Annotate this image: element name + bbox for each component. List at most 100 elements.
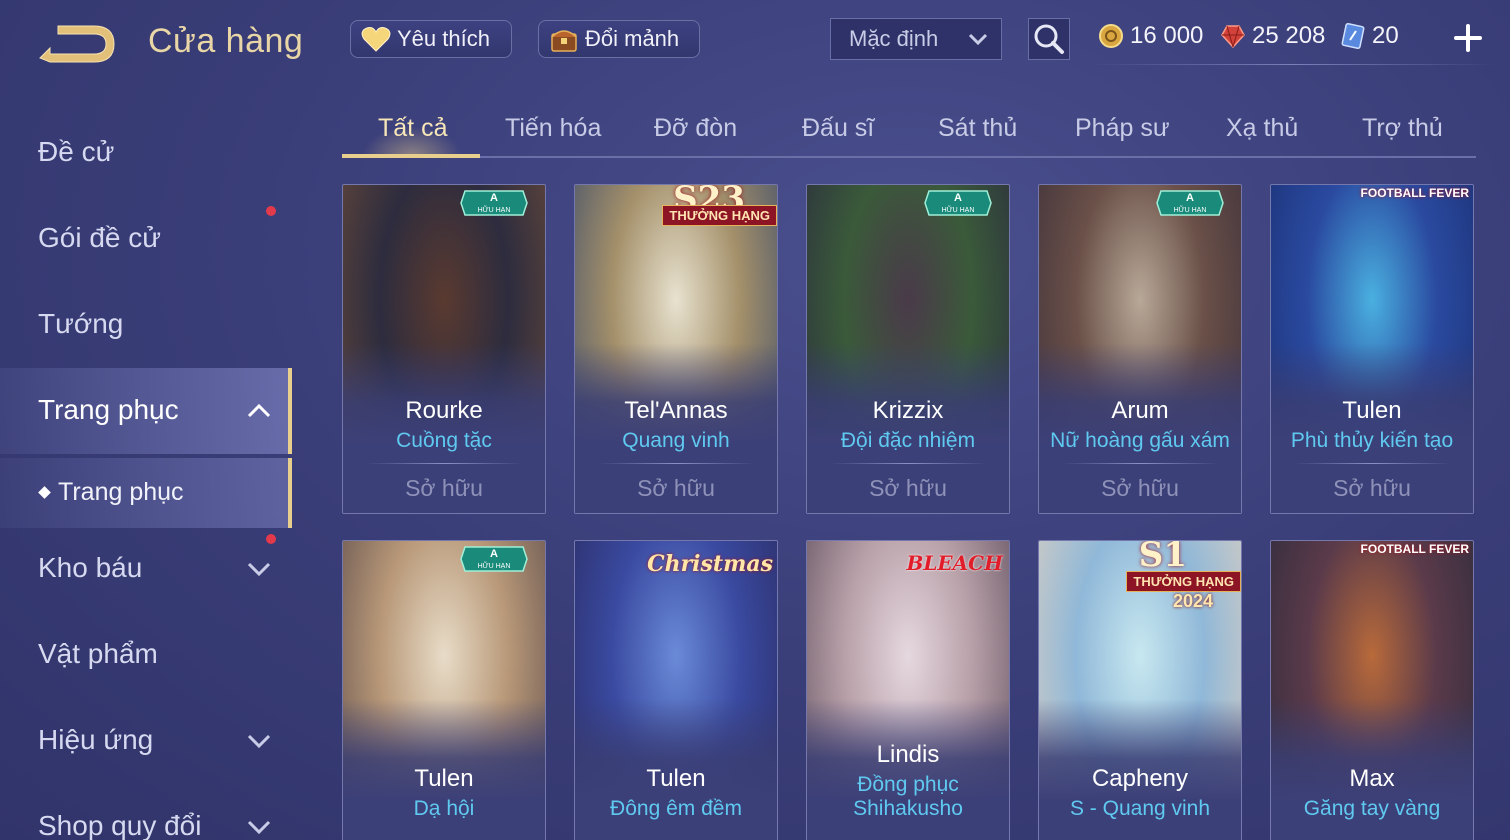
sidebar-item-items[interactable]: Vật phẩm [0,612,292,698]
skin-name: Đông êm đềm [610,797,742,820]
search-button[interactable] [1028,18,1070,60]
owned-status: Sở hữu [405,475,483,501]
rank-reward-tag: THƯỞNG HẠNG [662,205,777,226]
hero-name: Tel'Annas [624,397,728,424]
season-badge: S1 [1138,540,1187,575]
card-separator [1295,463,1451,464]
skin-card[interactable]: FOOTBALL FEVER Tulen Phù thủy kiến tạo S… [1270,184,1474,514]
bullet-icon [38,486,51,499]
limited-badge-icon: A HỮU HẠN [924,190,992,216]
currency-divider [1090,64,1496,65]
sidebar-item-bundles[interactable]: Gói đề cử [0,196,292,282]
chevron-down-icon [247,562,271,577]
ruby-currency: 25 208 [1220,20,1330,52]
hero-name: Tulen [1342,397,1402,424]
skin-card[interactable]: A HỮU HẠN Rourke Cuồng tặc Sở hữu [342,184,546,514]
skin-name: Phù thủy kiến tạo [1290,429,1454,452]
sidebar-item-label: Hiệu ứng [38,724,154,755]
hero-name: Tulen [646,765,706,792]
skin-name: Đội đặc nhiệm [840,429,976,452]
skin-card[interactable]: BLEACH Lindis Đồng phục Shihakusho [806,540,1010,840]
hero-name: Lindis [876,741,940,768]
tab-support[interactable]: Trợ thủ [1362,114,1443,143]
owned-status: Sở hữu [869,475,947,501]
chevron-up-icon [247,403,271,418]
voucher-card-icon [1341,23,1365,49]
tab-all[interactable]: Tất cả [378,114,447,143]
tab-fighter[interactable]: Đấu sĩ [802,114,874,143]
skin-card[interactable]: A HỮU HẠN Arum Nữ hoàng gấu xám Sở hữu [1038,184,1242,514]
event-badge: FOOTBALL FEVER [1360,186,1469,200]
skin-card[interactable]: A HỮU HẠN Tulen Dạ hội [342,540,546,840]
ruby-amount: 25 208 [1252,22,1326,49]
skin-name: Quang vinh [622,429,730,452]
badge-sub: HỮU HẠN [478,205,511,214]
sidebar-item-exchange-shop[interactable]: Shop quy đổi [0,784,292,840]
chevron-down-icon [968,33,988,46]
skin-name: Cuồng tặc [396,429,492,452]
sidebar-item-label: Kho báu [38,552,143,583]
back-button[interactable] [36,24,116,66]
sidebar-item-label: Gói đề cử [38,222,162,253]
sidebar-item-effects[interactable]: Hiệu ứng [0,698,292,784]
page-title: Cửa hàng [148,22,304,60]
sidebar-item-recommended[interactable]: Đề cử [0,110,292,196]
chevron-down-icon [247,820,271,835]
skin-name: Nữ hoàng gấu xám [1050,429,1230,452]
tab-evolution[interactable]: Tiến hóa [505,114,601,143]
heart-icon [361,27,391,52]
owned-status: Sở hữu [1101,475,1179,501]
back-arrow-icon [39,25,115,63]
top-bar: Cửa hàng Yêu thích Đổi mảnh Mặc định 16 [0,0,1510,80]
event-badge: FOOTBALL FEVER [1360,542,1469,556]
hero-name: Krizzix [872,397,944,424]
badge-letter: A [490,192,498,204]
badge-letter: A [1186,192,1194,204]
sidebar-item-heroes[interactable]: Tướng [0,282,292,368]
voucher-currency: 20 [1340,20,1410,52]
hero-name: Capheny [1091,765,1189,792]
shard-exchange-button[interactable]: Đổi mảnh [538,20,700,58]
skin-card[interactable]: S1 THƯỞNG HẠNG 2024 Capheny S - Quang vi… [1038,540,1242,840]
hero-name: Rourke [405,397,483,424]
skin-card[interactable]: FOOTBALL FEVER Max Găng tay vàng [1270,540,1474,840]
tab-tank[interactable]: Đỡ đòn [654,114,737,143]
sidebar-item-label: Vật phẩm [38,638,158,669]
tab-mage[interactable]: Pháp sư [1075,114,1170,143]
sidebar-item-treasure[interactable]: Kho báu [0,526,292,612]
skin-card[interactable]: Christmas Tulen Đông êm đềm [574,540,778,840]
gold-amount: 16 000 [1130,22,1204,49]
owned-status: Sở hữu [1333,475,1411,501]
sidebar-subitem-skins[interactable]: Trang phục [0,458,292,528]
hero-name: Max [1349,765,1395,792]
hero-name: Tulen [414,765,474,792]
sidebar-item-skins[interactable]: Trang phục [0,368,292,454]
gold-currency: 16 000 [1098,20,1208,52]
skin-name: Đồng phục Shihakusho [853,773,963,820]
active-tab-indicator [342,154,480,158]
christmas-badge: Christmas [647,551,773,577]
badge-letter: A [954,192,962,204]
year-badge: 2024 [1172,591,1213,611]
plus-icon [1454,24,1482,52]
add-currency-button[interactable] [1452,22,1484,54]
sidebar: Đề cử Gói đề cử Tướng Trang phục Trang p… [0,100,292,840]
skin-name: S - Quang vinh [1069,797,1211,820]
favorites-label: Yêu thích [397,26,490,51]
category-tabs: Tất cả Tiến hóa Đỡ đòn Đấu sĩ Sát thủ Ph… [342,104,1476,158]
badge-sub: HỮU HẠN [1174,205,1207,214]
card-separator [599,463,755,464]
skin-card[interactable]: A HỮU HẠN Krizzix Đội đặc nhiệm Sở hữu [806,184,1010,514]
notification-dot [266,534,276,544]
skin-name: Dạ hội [413,797,475,820]
tab-assassin[interactable]: Sát thủ [938,114,1017,143]
tab-marksman[interactable]: Xạ thủ [1226,114,1298,143]
card-separator [1063,463,1219,464]
skin-card[interactable]: S23 THƯỞNG HẠNG Tel'Annas Quang vinh Sở … [574,184,778,514]
favorites-button[interactable]: Yêu thích [350,20,512,58]
badge-sub: HỮU HẠN [478,561,511,570]
chevron-down-icon [247,734,271,749]
treasure-chest-icon [551,30,577,52]
sort-dropdown[interactable]: Mặc định [830,18,1002,60]
sidebar-item-label: Shop quy đổi [38,810,202,840]
